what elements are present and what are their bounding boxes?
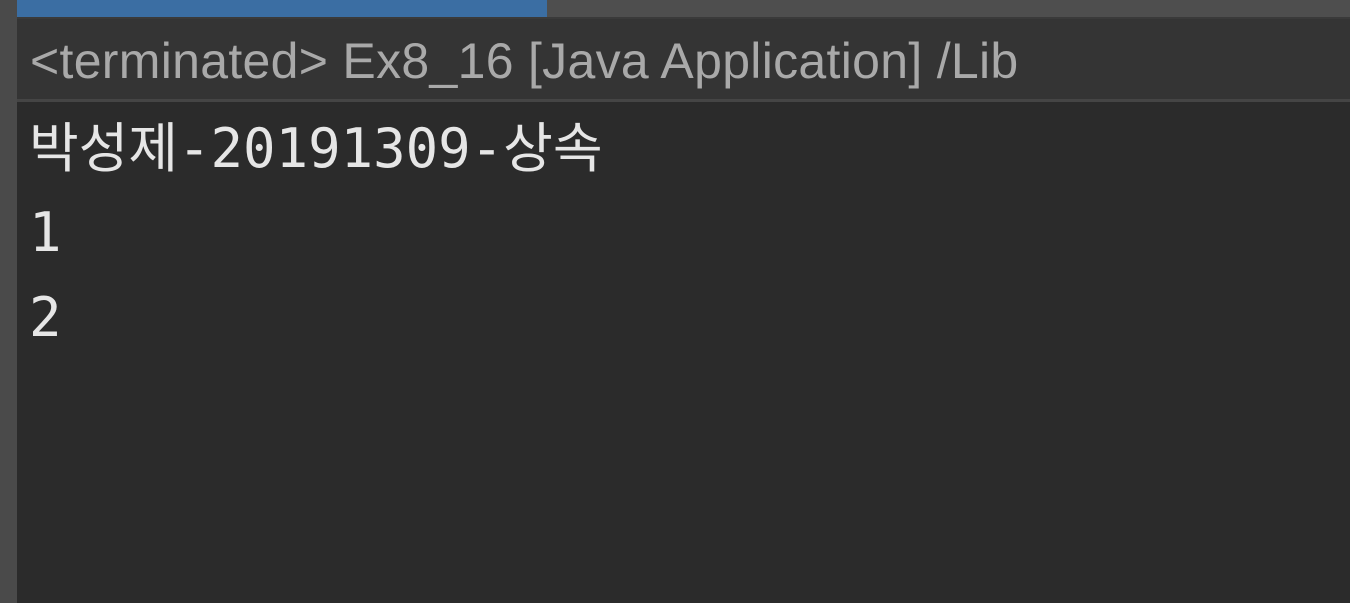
console-view: <terminated> Ex8_16 [Java Application] /… (0, 0, 1350, 603)
console-output-line: 2 (29, 286, 62, 349)
console-output-line: 1 (29, 201, 62, 264)
console-status-bar: <terminated> Ex8_16 [Java Application] /… (17, 19, 1350, 99)
view-left-border (0, 0, 17, 603)
console-output-line: 박성제-20191309-상속 (29, 117, 603, 180)
console-tab-active-indicator[interactable] (17, 0, 547, 17)
console-output-area[interactable]: 박성제-20191309-상속 1 2 (17, 102, 1350, 603)
console-status-text: <terminated> Ex8_16 [Java Application] /… (30, 33, 1019, 89)
